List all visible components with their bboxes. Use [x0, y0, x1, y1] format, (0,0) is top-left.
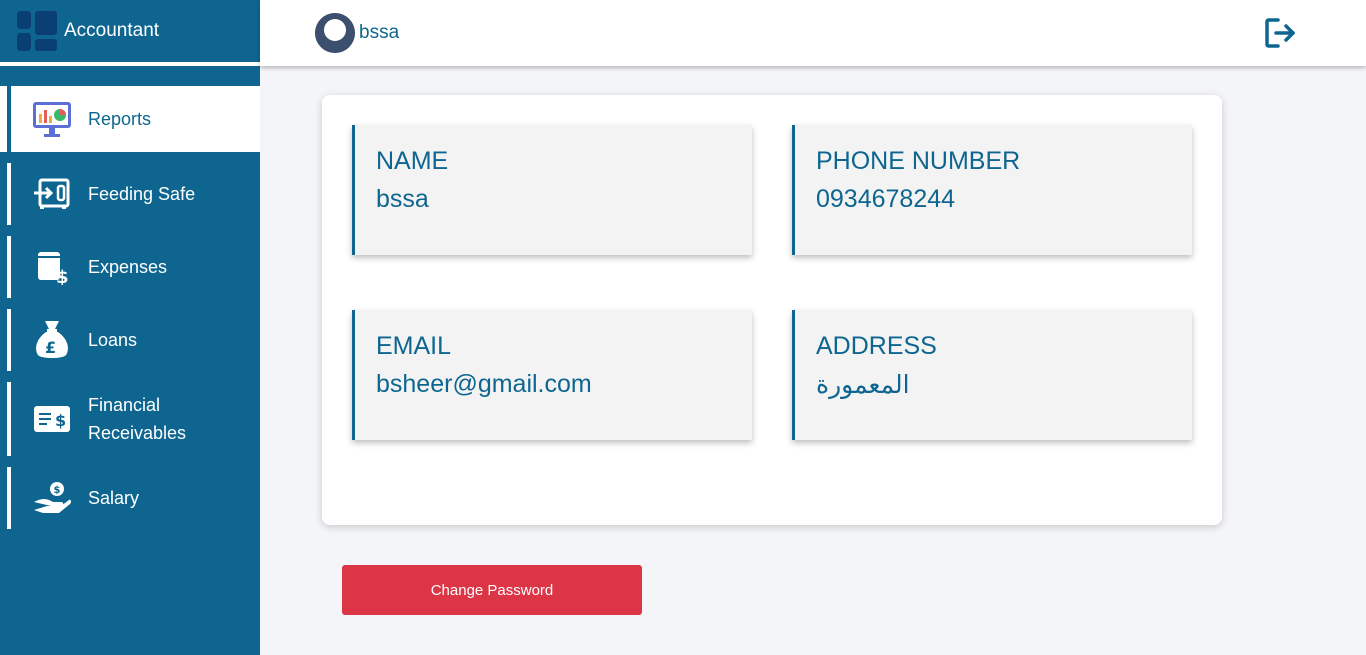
- receivables-icon: $: [31, 398, 73, 440]
- sidebar-item-financial-receivables[interactable]: $ Financial Receivables: [0, 382, 260, 456]
- sidebar-item-label: Expenses: [88, 257, 168, 277]
- svg-text:$: $: [55, 411, 66, 430]
- sidebar-item-expenses[interactable]: $ Expenses: [0, 236, 260, 298]
- sidebar-item-loans[interactable]: £ Loans: [0, 309, 260, 371]
- header-username: bssa: [359, 22, 400, 43]
- header: bssa: [260, 0, 1366, 66]
- loans-icon: £: [31, 319, 73, 361]
- phone-field: PHONE NUMBER 0934678244: [792, 125, 1192, 255]
- phone-label: PHONE NUMBER: [816, 147, 1021, 175]
- logout-icon[interactable]: [1264, 16, 1298, 50]
- sidebar-item-salary[interactable]: $ Salary: [0, 467, 260, 529]
- name-value: bssa: [376, 185, 429, 213]
- svg-text:$: $: [56, 267, 69, 285]
- phone-value: 0934678244: [816, 185, 956, 213]
- email-label: EMAIL: [376, 332, 452, 360]
- sidebar-item-label: Reports: [88, 109, 152, 129]
- app-logo-icon: [17, 11, 57, 51]
- expenses-icon: $: [31, 246, 73, 288]
- sidebar-item-label: Financial Receivables: [88, 395, 187, 443]
- name-field: NAME bssa: [352, 125, 752, 255]
- brand: Accountant: [0, 0, 260, 62]
- email-value: bsheer@gmail.com: [376, 370, 592, 398]
- address-field: ADDRESS المعمورة: [792, 310, 1192, 440]
- email-field: EMAIL bsheer@gmail.com: [352, 310, 752, 440]
- salary-icon: $: [31, 477, 73, 519]
- avatar[interactable]: [315, 13, 355, 53]
- sidebar-item-reports[interactable]: Reports: [0, 86, 260, 152]
- feeding-safe-icon: [31, 173, 73, 215]
- reports-icon: [31, 98, 73, 140]
- profile-card: NAME bssa PHONE NUMBER 0934678244 EMAIL …: [322, 95, 1222, 525]
- app-title: Accountant: [64, 20, 160, 41]
- sidebar-item-label: Feeding Safe: [88, 184, 196, 204]
- change-password-button[interactable]: Change Password: [342, 565, 642, 615]
- sidebar-item-label: Salary: [88, 488, 140, 508]
- svg-text:£: £: [45, 338, 56, 357]
- address-label: ADDRESS: [816, 332, 937, 360]
- sidebar-item-feeding-safe[interactable]: Feeding Safe: [0, 163, 260, 225]
- svg-text:$: $: [54, 485, 61, 496]
- sidebar: Accountant Reports Feeding Safe $ Expens…: [0, 0, 260, 655]
- address-value: المعمورة: [816, 371, 910, 399]
- name-label: NAME: [376, 147, 449, 175]
- sidebar-item-label: Loans: [88, 330, 138, 350]
